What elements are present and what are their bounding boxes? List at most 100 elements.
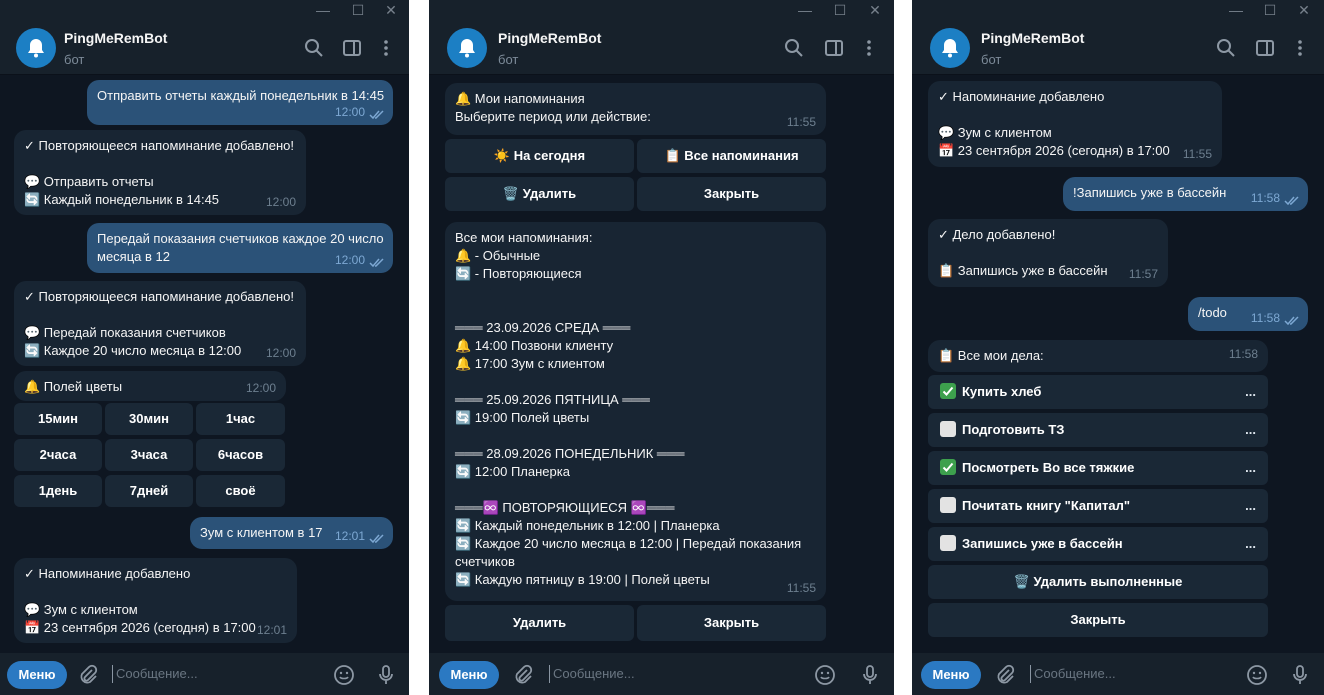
attach-icon[interactable] [511,663,535,687]
microphone-icon[interactable] [858,663,882,687]
snooze-button[interactable]: 3часа [105,439,193,471]
snooze-button[interactable]: 1день [14,475,102,507]
attach-icon[interactable] [76,663,100,687]
checkbox-unchecked-icon[interactable] [940,421,956,437]
message-incoming[interactable]: ✓ Напоминание добавлено 💬 Зум с клиентом… [928,81,1222,167]
snooze-button[interactable]: 1час [196,403,285,435]
close-icon[interactable]: ✕ [857,0,893,22]
snooze-button[interactable]: своё [196,475,285,507]
snooze-button[interactable]: 15мин [14,403,102,435]
checkbox-checked-icon[interactable] [940,459,956,475]
menu-button[interactable]: Меню [7,661,67,689]
read-checkmarks-icon [1284,316,1299,326]
message-line: ✓ Повторяющееся напоминание добавлено! [24,289,294,304]
checkbox-unchecked-icon[interactable] [940,497,956,513]
menu-button[interactable]: Меню [439,661,499,689]
search-icon[interactable] [1215,37,1237,59]
todo-item[interactable]: Купить хлеб ... [928,375,1268,409]
message-input[interactable]: Сообщение... [112,665,198,683]
close-list-button[interactable]: Закрыть [637,605,826,641]
bot-avatar[interactable] [930,28,970,68]
sidebar-toggle-icon[interactable] [1254,37,1276,59]
date-separator: ═══ 23.09.2026 СРЕДА ═══ [455,320,631,335]
message-incoming[interactable]: ✓ Повторяющееся напоминание добавлено! 💬… [14,281,306,366]
message-outgoing[interactable]: Передай показания счетчиков каждое 20 чи… [87,223,393,273]
bot-name[interactable]: PingMeRemBot [981,30,1084,46]
bot-status: бот [64,52,85,67]
message-outgoing[interactable]: !Запишись уже в бассейн 11:58 [1063,177,1308,211]
message-incoming[interactable]: 🔔 Полей цветы 12:00 [14,371,286,401]
chat-header: PingMeRemBot бот [429,22,894,75]
microphone-icon[interactable] [1288,663,1312,687]
message-incoming[interactable]: ✓ Напоминание добавлено 💬 Зум с клиентом… [14,558,297,643]
bot-name[interactable]: PingMeRemBot [64,30,167,46]
bot-avatar[interactable] [16,28,56,68]
close-icon[interactable]: ✕ [1286,0,1322,22]
bot-avatar[interactable] [447,28,487,68]
bot-name[interactable]: PingMeRemBot [498,30,601,46]
delete-completed-button[interactable]: 🗑️ Удалить выполненные [928,565,1268,599]
maximize-icon[interactable]: ☐ [340,0,376,22]
sidebar-toggle-icon[interactable] [341,37,363,59]
chat-window-2: — ☐ ✕ PingMeRemBot бот 🔔 Мои напоминания… [429,0,894,695]
todo-more-button[interactable]: ... [1245,527,1256,561]
message-input[interactable]: Сообщение... [549,665,635,683]
more-options-icon[interactable] [858,37,880,59]
message-incoming[interactable]: 📋 Все мои дела: 11:58 [928,340,1268,372]
maximize-icon[interactable]: ☐ [1252,0,1288,22]
close-icon[interactable]: ✕ [373,0,409,22]
todo-label: Купить хлеб [962,384,1042,399]
checkbox-checked-icon[interactable] [940,383,956,399]
message-incoming[interactable]: ✓ Дело добавлено! 📋 Запишись уже в бассе… [928,219,1168,287]
message-outgoing[interactable]: Зум с клиентом в 17 12:01 [190,517,393,549]
emoji-icon[interactable] [813,663,837,687]
date-separator: ═══ 25.09.2026 ПЯТНИЦА ═══ [455,392,650,407]
delete-button[interactable]: 🗑️ Удалить [445,177,634,211]
todo-item[interactable]: Почитать книгу "Капитал" ... [928,489,1268,523]
all-reminders-button[interactable]: 📋 Все напоминания [637,139,826,173]
read-checkmarks-icon [1284,196,1299,206]
message-incoming[interactable]: ✓ Повторяющееся напоминание добавлено! 💬… [14,130,306,215]
menu-button[interactable]: Меню [921,661,981,689]
today-button[interactable]: ☀️ На сегодня [445,139,634,173]
message-line: 🔔 14:00 Позвони клиенту [455,338,614,353]
close-menu-button[interactable]: Закрыть [637,177,826,211]
sidebar-toggle-icon[interactable] [823,37,845,59]
todo-more-button[interactable]: ... [1245,451,1256,485]
message-list: ✓ Напоминание добавлено 💬 Зум с клиентом… [912,75,1324,653]
snooze-button[interactable]: 7дней [105,475,193,507]
message-outgoing[interactable]: /todo 11:58 [1188,297,1308,331]
todo-item[interactable]: Подготовить ТЗ ... [928,413,1268,447]
snooze-button[interactable]: 6часов [196,439,285,471]
message-input[interactable]: Сообщение... [1030,665,1116,683]
checkbox-unchecked-icon[interactable] [940,535,956,551]
todo-more-button[interactable]: ... [1245,413,1256,447]
emoji-icon[interactable] [332,663,356,687]
minimize-icon[interactable]: — [305,0,341,22]
message-time: 11:58 [1250,191,1280,205]
close-todo-button[interactable]: Закрыть [928,603,1268,637]
delete-button[interactable]: Удалить [445,605,634,641]
message-outgoing[interactable]: Отправить отчеты каждый понедельник в 14… [87,80,393,125]
more-options-icon[interactable] [1289,37,1311,59]
maximize-icon[interactable]: ☐ [822,0,858,22]
todo-item[interactable]: Запишись уже в бассейн ... [928,527,1268,561]
search-icon[interactable] [783,37,805,59]
reminders-list-message[interactable]: Все мои напоминания: 🔔 - Обычные 🔄 - Пов… [445,222,826,601]
attach-icon[interactable] [993,663,1017,687]
todo-item[interactable]: Посмотреть Во все тяжкие ... [928,451,1268,485]
snooze-button[interactable]: 30мин [105,403,193,435]
minimize-icon[interactable]: — [787,0,823,22]
minimize-icon[interactable]: — [1218,0,1254,22]
message-incoming[interactable]: 🔔 Мои напоминания Выберите период или де… [445,83,826,135]
message-line: 📋 Все мои дела: [938,348,1044,363]
todo-more-button[interactable]: ... [1245,375,1256,409]
message-line: 🔄 Каждый понедельник в 12:00 | Планерка [455,518,720,533]
snooze-button[interactable]: 2часа [14,439,102,471]
todo-more-button[interactable]: ... [1245,489,1256,523]
search-icon[interactable] [303,37,325,59]
more-options-icon[interactable] [375,37,397,59]
message-line: /todo [1198,305,1227,320]
microphone-icon[interactable] [374,663,398,687]
emoji-icon[interactable] [1245,663,1269,687]
